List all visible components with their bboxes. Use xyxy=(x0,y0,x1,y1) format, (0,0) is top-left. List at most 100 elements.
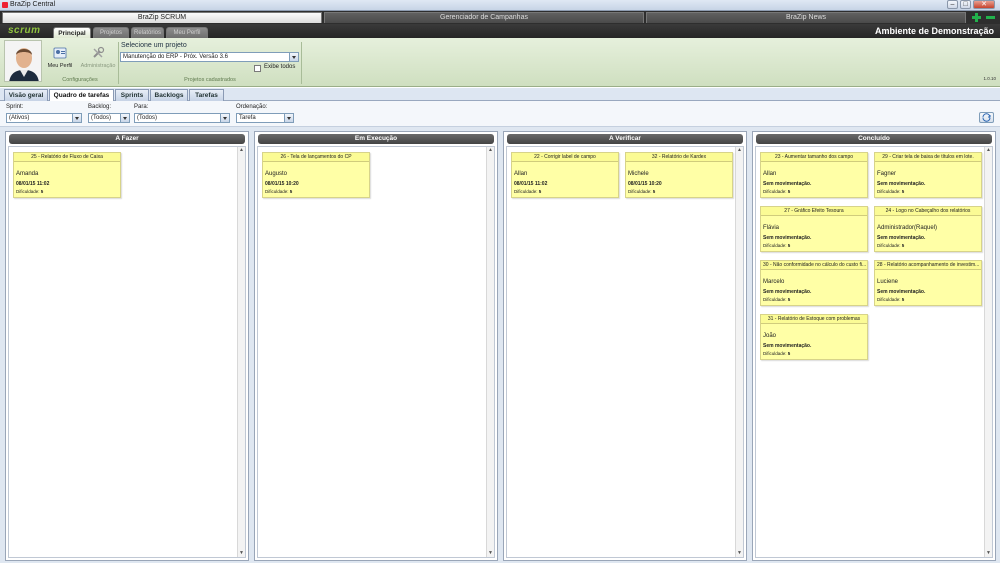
version-label: 1.0.10 xyxy=(983,76,996,81)
chevron-down-icon[interactable] xyxy=(289,53,298,61)
scroll-up-icon[interactable]: ▲ xyxy=(487,147,494,154)
tab-backlogs[interactable]: Backlogs xyxy=(150,89,188,101)
scroll-up-icon[interactable]: ▲ xyxy=(985,147,992,154)
environment-title: Ambiente de Demonstração xyxy=(874,26,994,36)
ribbon: Meu Perfil Administração Configurações S… xyxy=(0,38,1000,87)
sprint-label: Sprint: xyxy=(6,104,24,110)
task-card-last-movement: Sem movimentação. xyxy=(763,289,812,295)
task-card[interactable]: 22 - Corrigir label de campo Allan 08/01/1… xyxy=(511,152,619,198)
task-card-difficulty: Dificuldade: 5 xyxy=(514,189,541,194)
sprint-select[interactable]: (Ativos) xyxy=(6,113,82,123)
sprint-select-value: (Ativos) xyxy=(9,115,30,121)
tab-tarefas[interactable]: Tarefas xyxy=(189,89,224,101)
task-card[interactable]: 27 - Gráfico Efeito Tesoura Flávia Sem mov… xyxy=(760,206,868,252)
refresh-icon xyxy=(982,113,991,122)
profile-card-icon xyxy=(53,47,67,59)
task-card-last-movement: Sem movimentação. xyxy=(877,235,926,241)
task-card-last-movement: Sem movimentação. xyxy=(763,181,812,187)
app-icon xyxy=(2,2,8,8)
chevron-down-icon[interactable] xyxy=(120,114,129,122)
group-label-configuracoes: Configurações xyxy=(62,77,98,83)
task-card-difficulty: Dificuldade: 5 xyxy=(763,243,790,248)
difficulty-value: 5 xyxy=(289,189,293,194)
task-card-assignee: Amanda xyxy=(16,171,39,177)
task-card[interactable]: 32 - Relatório de Kardex Michele 08/01/15 … xyxy=(625,152,733,198)
tab-relatorios[interactable]: Relatórios xyxy=(131,27,164,38)
column-header: A Verificar xyxy=(507,134,743,144)
tab-sprints[interactable]: Sprints xyxy=(115,89,149,101)
task-card[interactable]: 31 - Relatório de Estoque com problemas J… xyxy=(760,314,868,360)
task-card-title: 26 - Tela de lançamentos do CP xyxy=(263,153,369,162)
difficulty-label: Dificuldade: xyxy=(763,351,787,356)
tab-meu-perfil[interactable]: Meu Perfil xyxy=(166,27,208,38)
scroll-up-icon[interactable]: ▲ xyxy=(736,147,743,154)
task-card[interactable]: 29 - Criar tela de baixa de títulos em l… xyxy=(874,152,982,198)
difficulty-label: Dificuldade: xyxy=(628,189,652,194)
scroll-down-icon[interactable]: ▼ xyxy=(487,550,494,557)
backlog-select[interactable]: (Todos) xyxy=(88,113,130,123)
task-card[interactable]: 24 - Logo no Cabeçalho dos relatórios Adm… xyxy=(874,206,982,252)
scroll-down-icon[interactable]: ▼ xyxy=(736,550,743,557)
tab-visao-geral[interactable]: Visão geral xyxy=(4,89,48,101)
minimize-button[interactable]: – xyxy=(947,0,958,9)
task-card-last-movement: 08/01/15 11:02 xyxy=(16,181,50,187)
task-card-last-movement: 08/01/15 10:20 xyxy=(265,181,299,187)
difficulty-value: 5 xyxy=(40,189,44,194)
close-button[interactable]: ✕ xyxy=(973,0,995,9)
show-all-checkbox[interactable] xyxy=(254,65,261,72)
task-card-last-movement: Sem movimentação. xyxy=(877,289,926,295)
scroll-down-icon[interactable]: ▼ xyxy=(985,550,992,557)
chevron-down-icon[interactable] xyxy=(72,114,81,122)
difficulty-value: 5 xyxy=(652,189,656,194)
task-card-assignee: Augusto xyxy=(265,171,288,177)
ordenacao-select[interactable]: Tarefa xyxy=(236,113,294,123)
column-scrollbar[interactable]: ▲ ▼ xyxy=(237,147,245,557)
task-card-title: 27 - Gráfico Efeito Tesoura xyxy=(761,207,867,216)
window-titlebar: BraZip Central – □ ✕ xyxy=(0,0,1000,11)
column-body: ▲ ▼ 25 - Relatório de Fluxo de Caixa Amanda… xyxy=(8,146,246,558)
task-card-last-movement: Sem movimentação. xyxy=(877,181,926,187)
administration-button[interactable]: Administração xyxy=(78,44,118,76)
remove-tab-icon[interactable] xyxy=(985,12,996,23)
task-card-title: 32 - Relatório de Kardex xyxy=(626,153,732,162)
task-card-assignee: Administrador(Raquel) xyxy=(877,225,938,231)
apptab-brazip-scrum[interactable]: BraZip SCRUM xyxy=(2,12,322,23)
task-card-title: 22 - Corrigir label de campo xyxy=(512,153,618,162)
tools-icon xyxy=(93,46,105,58)
refresh-button[interactable] xyxy=(979,112,994,123)
tab-principal[interactable]: Principal xyxy=(53,27,91,38)
column-body: ▲ ▼ 22 - Corrigir label de campo Allan 08/01… xyxy=(506,146,744,558)
app-tab-bar: BraZip SCRUM Gerenciador de Campanhas Br… xyxy=(0,11,1000,24)
task-card[interactable]: 30 - Não conformidade no cálculo do cust… xyxy=(760,260,868,306)
maximize-button[interactable]: □ xyxy=(960,0,971,9)
column-scrollbar[interactable]: ▲ ▼ xyxy=(984,147,992,557)
task-card-last-movement: 08/01/15 11:02 xyxy=(514,181,548,187)
project-select[interactable]: Manutenção do ERP - Próx. Versão 3.6 xyxy=(120,52,299,62)
difficulty-value: 5 xyxy=(901,189,905,194)
para-select-value: (Todos) xyxy=(137,115,158,121)
project-select-value: Manutenção do ERP - Próx. Versão 3.6 xyxy=(123,54,228,60)
task-card[interactable]: 26 - Tela de lançamentos do CP Augusto 08/… xyxy=(262,152,370,198)
task-card-difficulty: Dificuldade: 5 xyxy=(628,189,655,194)
column-scrollbar[interactable]: ▲ ▼ xyxy=(486,147,494,557)
column-scrollbar[interactable]: ▲ ▼ xyxy=(735,147,743,557)
chevron-down-icon[interactable] xyxy=(220,114,229,122)
column-header: Concluído xyxy=(756,134,992,144)
scroll-down-icon[interactable]: ▼ xyxy=(238,550,245,557)
tab-projetos[interactable]: Projetos xyxy=(93,27,129,38)
add-tab-icon[interactable] xyxy=(971,12,982,23)
difficulty-label: Dificuldade: xyxy=(877,189,901,194)
backlog-select-value: (Todos) xyxy=(91,115,112,121)
apptab-gerenciador-campanhas[interactable]: Gerenciador de Campanhas xyxy=(324,12,644,23)
task-card[interactable]: 28 - Relatório acompanhamento de investi… xyxy=(874,260,982,306)
chevron-down-icon[interactable] xyxy=(284,114,293,122)
my-profile-button[interactable]: Meu Perfil xyxy=(42,44,78,76)
task-card-title: 23 - Aumentar tamanho dos campo xyxy=(761,153,867,162)
task-card[interactable]: 23 - Aumentar tamanho dos campo Allan Sem … xyxy=(760,152,868,198)
para-select[interactable]: (Todos) xyxy=(134,113,230,123)
scroll-up-icon[interactable]: ▲ xyxy=(238,147,245,154)
apptab-brazip-news[interactable]: BraZip News xyxy=(646,12,966,23)
task-card-difficulty: Dificuldade: 5 xyxy=(877,243,904,248)
task-card-assignee: Fagner xyxy=(877,171,897,177)
task-card[interactable]: 25 - Relatório de Fluxo de Caixa Amanda 08… xyxy=(13,152,121,198)
